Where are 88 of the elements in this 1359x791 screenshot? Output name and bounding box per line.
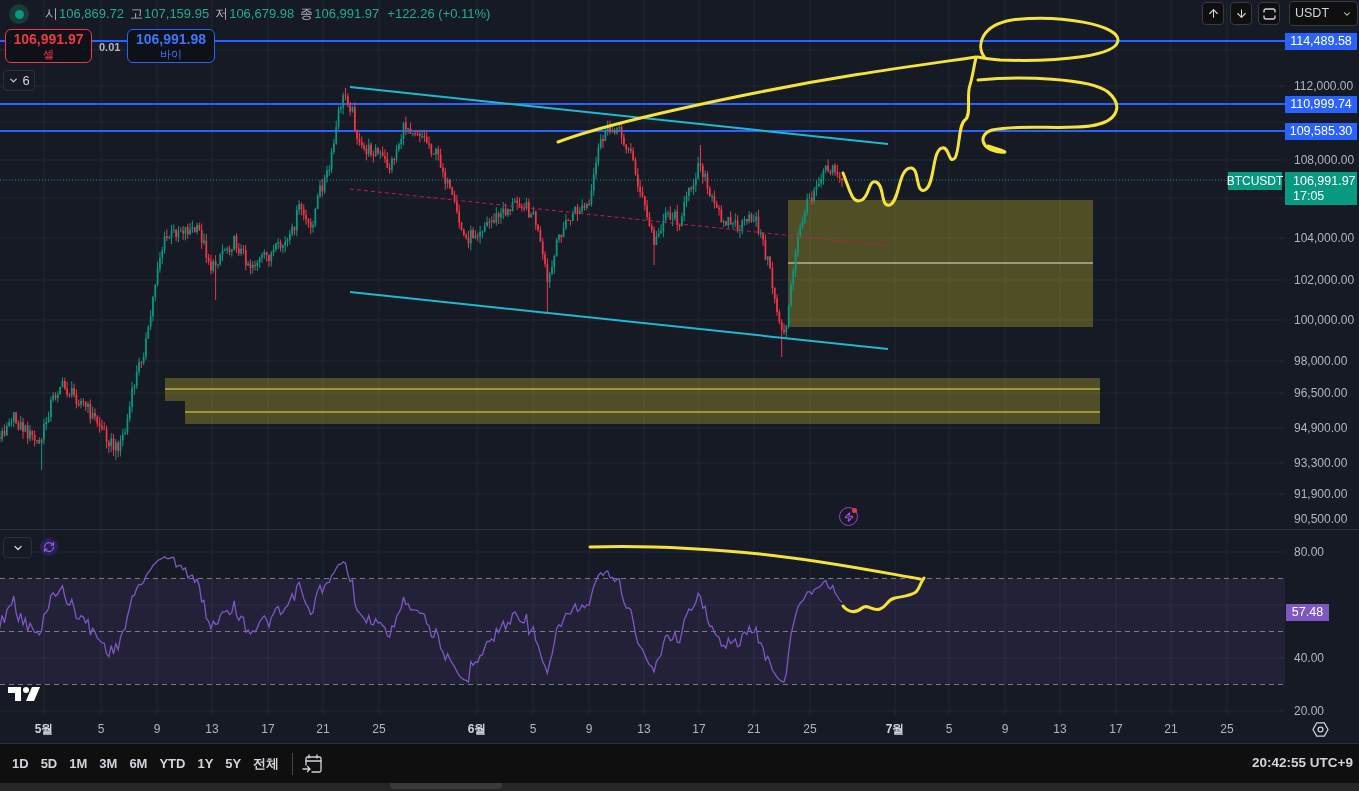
arrow-down-icon — [1234, 7, 1248, 20]
freehand-loop[interactable] — [976, 16, 1120, 62]
refresh-icon[interactable] — [40, 538, 58, 556]
ohlc-label: 시 — [45, 5, 58, 24]
last-price-value: 106,991.97 — [1293, 173, 1357, 189]
ohlc-label: 고 — [130, 5, 144, 24]
clock-text: 20:42:55 UTC+9 — [1252, 754, 1353, 773]
spread-value: 0.01 — [99, 40, 121, 55]
time-axis-label: 13 — [637, 722, 651, 736]
range-button[interactable]: 1Y — [191, 750, 220, 777]
currency-dropdown[interactable]: USDT — [1289, 1, 1358, 26]
ohlc-label: 저 — [215, 5, 229, 24]
time-axis-label: 13 — [1053, 722, 1067, 736]
ohlc-value: 106,869.72 — [59, 5, 125, 24]
range-button[interactable]: 3M — [93, 750, 124, 777]
freehand-loop[interactable] — [976, 76, 1119, 154]
time-axis-label: 25 — [372, 722, 386, 736]
time-axis-label: 5월 — [34, 722, 54, 736]
rsi-axis-label: 20.00 — [1294, 704, 1325, 718]
price-change: +122.26 (+0.11%) — [387, 5, 491, 24]
trend-line[interactable] — [349, 86, 889, 145]
logo-icon — [8, 686, 40, 702]
buy-button[interactable]: 106,991.98 바이 — [127, 29, 215, 63]
frame-icon — [1262, 7, 1276, 20]
freehand-wave[interactable] — [841, 56, 978, 207]
time-axis-label: 21 — [1164, 722, 1178, 736]
price-axis-label: 93,300.00 — [1294, 456, 1348, 470]
time-axis-label: 17 — [692, 722, 706, 736]
sell-button[interactable]: 106,991.97 셀 — [5, 29, 92, 63]
range-button[interactable]: 1M — [63, 750, 94, 777]
time-axis-label: 13 — [205, 722, 219, 736]
ohlc-value: 107,159.95 — [144, 5, 210, 24]
freehand-line[interactable] — [588, 544, 922, 581]
range-button[interactable]: YTD — [153, 750, 192, 777]
time-axis-label: 9 — [1001, 722, 1009, 736]
time-axis-label: 9 — [585, 722, 593, 736]
time-axis-label: 17 — [261, 722, 275, 736]
scrollbar[interactable] — [0, 783, 1359, 791]
calendar-icon[interactable] — [302, 753, 324, 774]
rsi-axis-label: 40.00 — [1294, 651, 1325, 665]
price-axis-label: 108,000.00 — [1294, 153, 1355, 167]
time-axis-label: 5 — [945, 722, 953, 736]
time-axis-label: 25 — [803, 722, 817, 736]
ohlc-value: 106,991.97 — [314, 5, 380, 24]
ohlc-value: 106,679.98 — [229, 5, 295, 24]
price-line-tag: 114,489.58 — [1285, 33, 1357, 50]
chevron-down-icon — [8, 75, 20, 86]
price-axis-label: 102,000.00 — [1294, 273, 1355, 287]
range-button[interactable]: 1D — [6, 750, 35, 777]
countdown-timer: 17:05 — [1293, 188, 1326, 204]
range-button[interactable]: 5Y — [219, 750, 248, 777]
time-axis-label: 5 — [529, 722, 537, 736]
frame-button[interactable] — [1258, 2, 1280, 25]
settings-icon[interactable] — [1312, 720, 1329, 738]
price-axis-label: 94,900.00 — [1294, 421, 1348, 435]
arrow-down-button[interactable] — [1230, 2, 1252, 25]
price-axis-label: 91,900.00 — [1294, 487, 1348, 501]
time-axis-label: 21 — [316, 722, 330, 736]
time-axis-label: 21 — [747, 722, 761, 736]
time-axis-label: 17 — [1109, 722, 1123, 736]
price-axis-label: 98,000.00 — [1294, 354, 1348, 368]
time-axis-label: 7월 — [885, 722, 905, 736]
arrow-up-button[interactable] — [1202, 2, 1224, 25]
time-axis-label: 6월 — [467, 722, 487, 736]
range-button[interactable]: 6M — [123, 750, 154, 777]
rsi-value-tag: 57.48 — [1286, 604, 1329, 621]
time-axis-label: 5 — [97, 722, 105, 736]
time-axis-label: 9 — [153, 722, 161, 736]
price-line-tag: 109,585.30 — [1285, 123, 1357, 140]
price-axis-label: 96,500.00 — [1294, 386, 1348, 400]
time-axis-label: 25 — [1220, 722, 1234, 736]
range-button[interactable]: 5D — [34, 750, 64, 777]
trend-line[interactable] — [349, 291, 889, 350]
freehand-line[interactable] — [556, 55, 978, 144]
symbol-tag: BTCUSDT — [1228, 172, 1282, 190]
price-axis-label: 90,500.00 — [1294, 512, 1348, 526]
price-axis-label: 100,000.00 — [1294, 313, 1355, 327]
price-axis-label: 112,000.00 — [1294, 79, 1354, 93]
collapse-button[interactable] — [3, 537, 32, 558]
range-button[interactable]: 전체 — [247, 750, 286, 777]
price-axis-label: 104,000.00 — [1294, 231, 1355, 245]
ohlc-label: 종 — [300, 5, 314, 24]
freehand-wave[interactable] — [841, 576, 926, 614]
indicators-toggle-button[interactable]: 6 — [3, 70, 35, 91]
dashed-trend-line[interactable] — [349, 188, 889, 247]
arrow-up-icon — [1206, 7, 1220, 20]
rsi-axis-label: 80.00 — [1294, 545, 1325, 559]
price-line-tag: 110,999.74 — [1285, 96, 1357, 113]
